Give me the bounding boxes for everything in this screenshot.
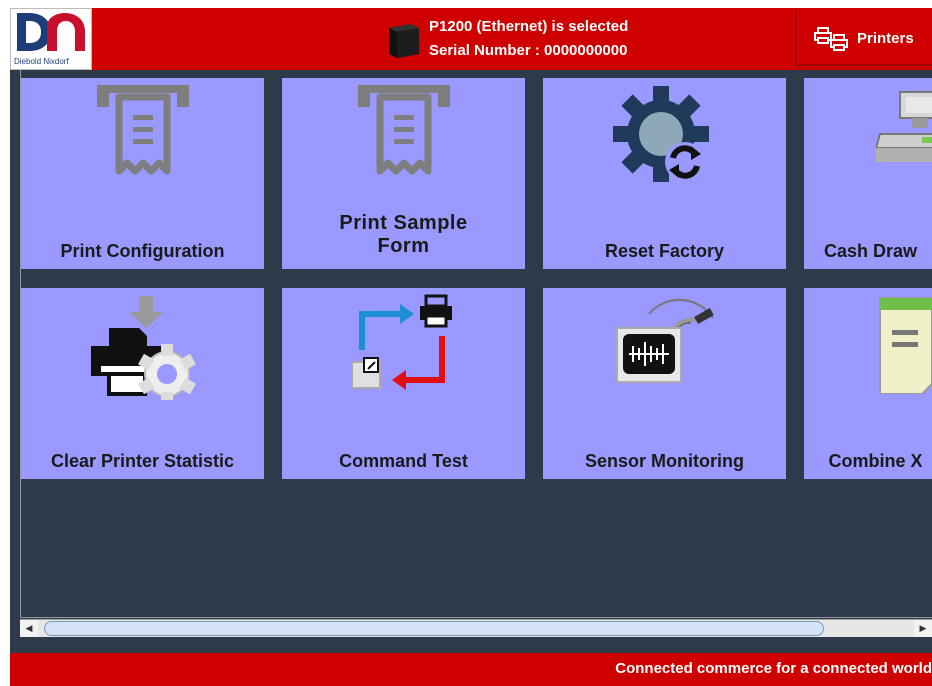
horizontal-scrollbar[interactable]: ◀ ▶	[20, 619, 932, 637]
tile-label: Sensor Monitoring	[585, 451, 744, 471]
printer-device-icon	[389, 24, 419, 58]
scroll-right-arrow-icon[interactable]: ▶	[914, 620, 932, 637]
printers-label: Printers	[857, 30, 914, 47]
tile-label: Clear Printer Statistic	[50, 451, 235, 471]
diebold-nixdorf-logo: Diebold Nixdorf	[10, 8, 92, 70]
tile-sensor-monitoring[interactable]: Sensor Monitoring	[543, 288, 786, 479]
tile-label: Print Configuration	[60, 241, 225, 261]
tile-label: Cash Draw	[823, 241, 918, 261]
dn-logo-icon	[17, 13, 85, 51]
receipt-icon	[358, 85, 450, 175]
sensor-icon	[616, 298, 714, 383]
selected-printer-info: P1200 (Ethernet) is selected Serial Numb…	[385, 18, 685, 62]
app-window: Diebold Nixdorf P1200 (Ethernet) is sele…	[10, 8, 932, 686]
gear-reset-icon	[613, 86, 709, 182]
footer-bar: Connected commerce for a connected world	[10, 653, 932, 686]
command-test-icon	[351, 294, 452, 390]
printer-gear-icon	[91, 296, 196, 400]
footer-tagline: Connected commerce for a connected world	[615, 660, 932, 677]
cash-drawer-icon	[876, 91, 932, 162]
header-bar: Diebold Nixdorf P1200 (Ethernet) is sele…	[10, 8, 932, 70]
receipt-icon	[97, 85, 189, 175]
printers-button[interactable]: Printers	[795, 10, 932, 66]
scroll-left-arrow-icon[interactable]: ◀	[20, 620, 38, 637]
tile-label: Combine X	[828, 451, 923, 471]
tile-combine-x[interactable]: Combine X	[804, 288, 932, 479]
tile-cash-drawer[interactable]: Cash Draw	[804, 78, 932, 269]
tile-label-line2: Form	[377, 235, 430, 257]
logo-text: Diebold Nixdorf	[14, 57, 69, 66]
tile-print-sample-form[interactable]: Print Sample Form	[282, 78, 525, 269]
tile-clear-printer-statistic[interactable]: Clear Printer Statistic	[21, 288, 264, 479]
function-tiles-panel: Print Configuration Print Sample Form Re…	[20, 70, 932, 618]
serial-number-text: Serial Number : 0000000000	[429, 42, 628, 59]
printers-icon	[814, 27, 848, 51]
selected-printer-text: P1200 (Ethernet) is selected	[429, 18, 629, 35]
tile-label: Command Test	[339, 451, 468, 471]
document-icon	[879, 297, 932, 394]
tile-label-line1: Print Sample	[339, 212, 468, 234]
tile-command-test[interactable]: Command Test	[282, 288, 525, 479]
scroll-thumb[interactable]	[44, 621, 824, 636]
tile-print-configuration[interactable]: Print Configuration	[21, 78, 264, 269]
